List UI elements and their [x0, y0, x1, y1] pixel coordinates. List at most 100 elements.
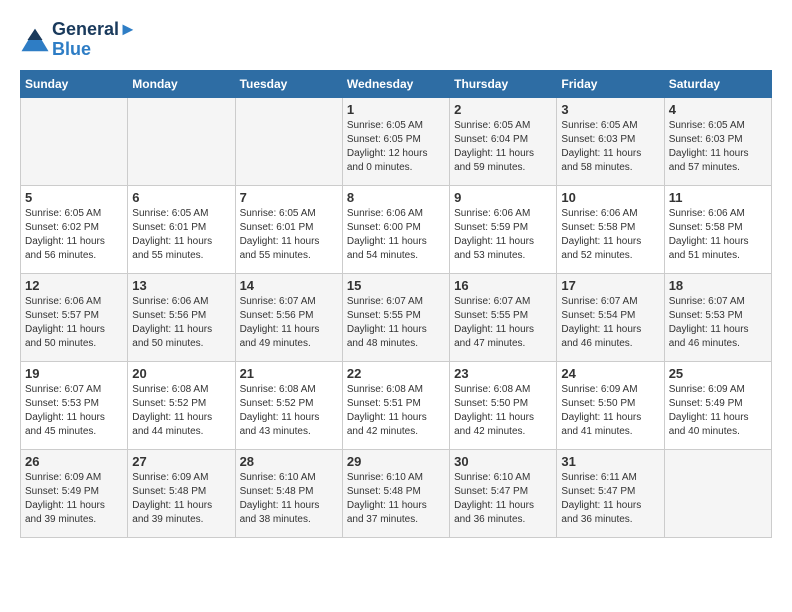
calendar-week-5: 26Sunrise: 6:09 AM Sunset: 5:49 PM Dayli…	[21, 449, 772, 537]
day-number: 25	[669, 366, 767, 381]
day-info: Sunrise: 6:08 AM Sunset: 5:50 PM Dayligh…	[454, 383, 552, 439]
col-header-tuesday: Tuesday	[235, 70, 342, 97]
day-number: 14	[240, 278, 338, 293]
calendar-cell: 1 Sunrise: 6:05 AM Sunset: 6:05 PM Daylig…	[342, 97, 449, 185]
day-number: 24	[561, 366, 659, 381]
day-number: 2	[454, 102, 552, 117]
calendar-cell: 17Sunrise: 6:07 AM Sunset: 5:54 PM Dayli…	[557, 273, 664, 361]
calendar-header: SundayMondayTuesdayWednesdayThursdayFrid…	[21, 70, 772, 97]
calendar-cell: 30 Sunrise: 6:10 AM Sunset: 5:47 PM Dayli…	[450, 449, 557, 537]
day-info: Sunrise: 6:05 AM Sunset: 6:01 PM Dayligh…	[132, 207, 230, 263]
day-number: 1	[347, 102, 445, 117]
day-info: Sunrise: 6:05 AM Sunset: 6:04 PM Dayligh…	[454, 119, 552, 175]
day-number: 16	[454, 278, 552, 293]
day-info: Sunrise: 6:06 AM Sunset: 6:00 PM Dayligh…	[347, 207, 445, 263]
calendar-cell: 22 Sunrise: 6:08 AM Sunset: 5:51 PM Dayli…	[342, 361, 449, 449]
day-info: Sunrise: 6:07 AM Sunset: 5:53 PM Dayligh…	[25, 383, 123, 439]
day-info: Sunrise: 6:11 AM Sunset: 5:47 PM Dayligh…	[561, 471, 659, 527]
calendar-cell: 24 Sunrise: 6:09 AM Sunset: 5:50 PM Dayli…	[557, 361, 664, 449]
calendar-cell: 14 Sunrise: 6:07 AM Sunset: 5:56 PM Dayli…	[235, 273, 342, 361]
day-info: Sunrise: 6:06 AM Sunset: 5:58 PM Dayligh…	[561, 207, 659, 263]
day-number: 29	[347, 454, 445, 469]
calendar-cell: 28 Sunrise: 6:10 AM Sunset: 5:48 PM Dayli…	[235, 449, 342, 537]
day-info: Sunrise: 6:07 AM Sunset: 5:53 PM Dayligh…	[669, 295, 767, 351]
calendar-cell	[128, 97, 235, 185]
day-info: Sunrise: 6:05 AM Sunset: 6:05 PM Dayligh…	[347, 119, 445, 175]
day-number: 6	[132, 190, 230, 205]
day-info: Sunrise: 6:05 AM Sunset: 6:01 PM Dayligh…	[240, 207, 338, 263]
col-header-sunday: Sunday	[21, 70, 128, 97]
day-info: Sunrise: 6:06 AM Sunset: 5:57 PM Dayligh…	[25, 295, 123, 351]
calendar-cell: 3 Sunrise: 6:05 AM Sunset: 6:03 PM Daylig…	[557, 97, 664, 185]
day-info: Sunrise: 6:10 AM Sunset: 5:48 PM Dayligh…	[347, 471, 445, 527]
day-number: 23	[454, 366, 552, 381]
calendar-cell: 5 Sunrise: 6:05 AM Sunset: 6:02 PM Daylig…	[21, 185, 128, 273]
day-info: Sunrise: 6:09 AM Sunset: 5:50 PM Dayligh…	[561, 383, 659, 439]
calendar-cell: 26Sunrise: 6:09 AM Sunset: 5:49 PM Dayli…	[21, 449, 128, 537]
day-info: Sunrise: 6:05 AM Sunset: 6:03 PM Dayligh…	[561, 119, 659, 175]
day-number: 28	[240, 454, 338, 469]
logo: General► Blue	[20, 20, 137, 60]
col-header-monday: Monday	[128, 70, 235, 97]
calendar-cell: 16Sunrise: 6:07 AM Sunset: 5:55 PM Dayli…	[450, 273, 557, 361]
day-info: Sunrise: 6:06 AM Sunset: 5:59 PM Dayligh…	[454, 207, 552, 263]
logo-text: General► Blue	[52, 20, 137, 60]
day-number: 30	[454, 454, 552, 469]
calendar-cell: 8 Sunrise: 6:06 AM Sunset: 6:00 PM Daylig…	[342, 185, 449, 273]
calendar-week-2: 5 Sunrise: 6:05 AM Sunset: 6:02 PM Daylig…	[21, 185, 772, 273]
calendar-week-1: 1 Sunrise: 6:05 AM Sunset: 6:05 PM Daylig…	[21, 97, 772, 185]
day-info: Sunrise: 6:05 AM Sunset: 6:03 PM Dayligh…	[669, 119, 767, 175]
page-header: General► Blue	[20, 20, 772, 60]
day-number: 22	[347, 366, 445, 381]
calendar-cell: 31 Sunrise: 6:11 AM Sunset: 5:47 PM Dayli…	[557, 449, 664, 537]
day-info: Sunrise: 6:08 AM Sunset: 5:52 PM Dayligh…	[132, 383, 230, 439]
calendar-cell: 12 Sunrise: 6:06 AM Sunset: 5:57 PM Dayli…	[21, 273, 128, 361]
day-number: 15	[347, 278, 445, 293]
day-info: Sunrise: 6:09 AM Sunset: 5:49 PM Dayligh…	[25, 471, 123, 527]
day-number: 13	[132, 278, 230, 293]
calendar-cell: 21 Sunrise: 6:08 AM Sunset: 5:52 PM Dayli…	[235, 361, 342, 449]
day-number: 18	[669, 278, 767, 293]
day-info: Sunrise: 6:07 AM Sunset: 5:56 PM Dayligh…	[240, 295, 338, 351]
calendar-cell	[235, 97, 342, 185]
day-number: 4	[669, 102, 767, 117]
day-info: Sunrise: 6:07 AM Sunset: 5:55 PM Dayligh…	[347, 295, 445, 351]
col-header-friday: Friday	[557, 70, 664, 97]
calendar-cell: 6 Sunrise: 6:05 AM Sunset: 6:01 PM Daylig…	[128, 185, 235, 273]
calendar-cell: 13 Sunrise: 6:06 AM Sunset: 5:56 PM Dayli…	[128, 273, 235, 361]
day-info: Sunrise: 6:07 AM Sunset: 5:54 PM Dayligh…	[561, 295, 659, 351]
calendar-cell: 7Sunrise: 6:05 AM Sunset: 6:01 PM Daylig…	[235, 185, 342, 273]
calendar-cell: 20Sunrise: 6:08 AM Sunset: 5:52 PM Dayli…	[128, 361, 235, 449]
calendar-cell: 9 Sunrise: 6:06 AM Sunset: 5:59 PM Daylig…	[450, 185, 557, 273]
day-info: Sunrise: 6:08 AM Sunset: 5:51 PM Dayligh…	[347, 383, 445, 439]
day-info: Sunrise: 6:05 AM Sunset: 6:02 PM Dayligh…	[25, 207, 123, 263]
day-number: 5	[25, 190, 123, 205]
calendar-cell	[664, 449, 771, 537]
day-info: Sunrise: 6:09 AM Sunset: 5:49 PM Dayligh…	[669, 383, 767, 439]
col-header-saturday: Saturday	[664, 70, 771, 97]
day-info: Sunrise: 6:06 AM Sunset: 5:58 PM Dayligh…	[669, 207, 767, 263]
day-number: 3	[561, 102, 659, 117]
calendar-cell: 10 Sunrise: 6:06 AM Sunset: 5:58 PM Dayli…	[557, 185, 664, 273]
day-number: 8	[347, 190, 445, 205]
calendar-cell: 27Sunrise: 6:09 AM Sunset: 5:48 PM Dayli…	[128, 449, 235, 537]
calendar-cell: 25 Sunrise: 6:09 AM Sunset: 5:49 PM Dayli…	[664, 361, 771, 449]
calendar-cell: 4 Sunrise: 6:05 AM Sunset: 6:03 PM Daylig…	[664, 97, 771, 185]
calendar-table: SundayMondayTuesdayWednesdayThursdayFrid…	[20, 70, 772, 538]
day-number: 12	[25, 278, 123, 293]
day-number: 10	[561, 190, 659, 205]
day-number: 31	[561, 454, 659, 469]
day-number: 9	[454, 190, 552, 205]
calendar-week-3: 12 Sunrise: 6:06 AM Sunset: 5:57 PM Dayli…	[21, 273, 772, 361]
day-info: Sunrise: 6:06 AM Sunset: 5:56 PM Dayligh…	[132, 295, 230, 351]
day-info: Sunrise: 6:08 AM Sunset: 5:52 PM Dayligh…	[240, 383, 338, 439]
calendar-cell: 15 Sunrise: 6:07 AM Sunset: 5:55 PM Dayli…	[342, 273, 449, 361]
day-number: 19	[25, 366, 123, 381]
calendar-cell: 19 Sunrise: 6:07 AM Sunset: 5:53 PM Dayli…	[21, 361, 128, 449]
logo-icon	[20, 25, 50, 55]
day-info: Sunrise: 6:10 AM Sunset: 5:48 PM Dayligh…	[240, 471, 338, 527]
day-number: 21	[240, 366, 338, 381]
day-info: Sunrise: 6:10 AM Sunset: 5:47 PM Dayligh…	[454, 471, 552, 527]
day-number: 11	[669, 190, 767, 205]
day-number: 27	[132, 454, 230, 469]
